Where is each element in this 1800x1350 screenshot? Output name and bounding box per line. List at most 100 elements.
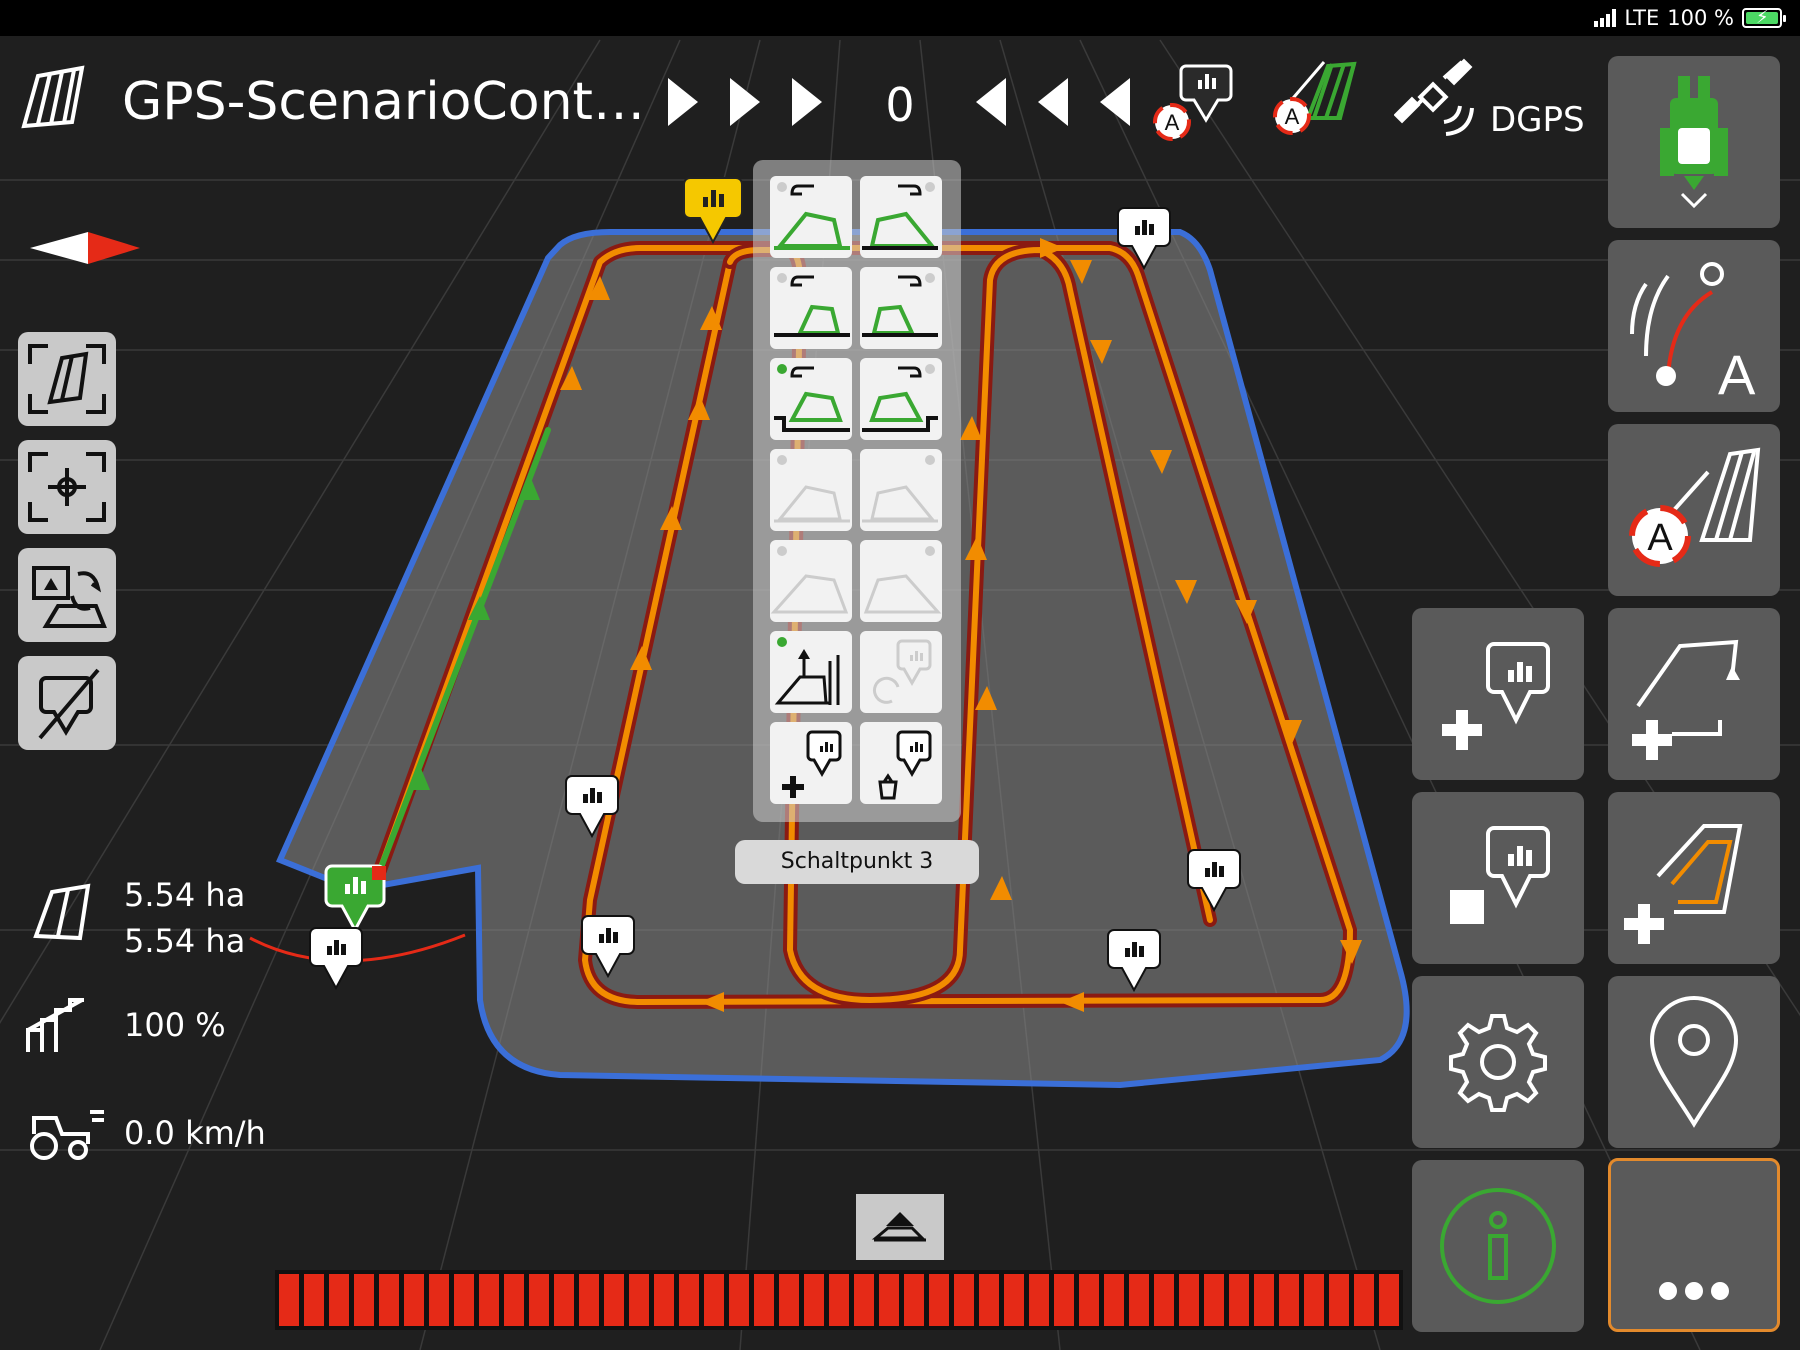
undo-marker-button[interactable] bbox=[860, 631, 942, 713]
shift-counter: 0 bbox=[885, 78, 915, 132]
more-icon bbox=[1659, 1282, 1729, 1300]
section-segment bbox=[729, 1274, 749, 1326]
section-bar-toggle-button[interactable] bbox=[856, 1194, 944, 1260]
section-disabled-right-button[interactable] bbox=[860, 449, 942, 531]
section-segment bbox=[479, 1274, 499, 1326]
section-segment bbox=[354, 1274, 374, 1326]
hide-markers-button[interactable] bbox=[18, 656, 116, 750]
section-segment bbox=[1254, 1274, 1274, 1326]
section-segment bbox=[629, 1274, 649, 1326]
section-half-left-button[interactable] bbox=[770, 267, 852, 349]
section-segment bbox=[404, 1274, 424, 1326]
boom-wide-icon bbox=[863, 546, 942, 614]
switch-point-marker bbox=[309, 927, 363, 991]
section-segment bbox=[504, 1274, 524, 1326]
section-segment bbox=[1279, 1274, 1299, 1326]
section-segment bbox=[429, 1274, 449, 1326]
section-segment bbox=[654, 1274, 674, 1326]
info-icon bbox=[1440, 1188, 1556, 1304]
section-segment bbox=[279, 1274, 299, 1326]
gps-mode-label: DGPS bbox=[1490, 100, 1585, 140]
section-wide-left-button[interactable] bbox=[770, 540, 852, 622]
section-full-left-button[interactable] bbox=[770, 176, 852, 258]
section-segment bbox=[1304, 1274, 1324, 1326]
compass-icon bbox=[30, 232, 140, 264]
battery-icon: ⚡ bbox=[1742, 7, 1786, 28]
area-icon bbox=[33, 883, 91, 941]
section-segment bbox=[804, 1274, 824, 1326]
add-field-boundary-button[interactable] bbox=[1608, 792, 1780, 964]
tractor-top-icon bbox=[1660, 76, 1728, 209]
area-worked: 5.54 ha bbox=[124, 922, 246, 960]
stop-switch-point-button[interactable] bbox=[1412, 792, 1584, 964]
speed-value: 0.0 km/h bbox=[124, 1114, 266, 1152]
section-segment bbox=[679, 1274, 699, 1326]
switch-point-marker-green bbox=[324, 864, 386, 934]
info-button[interactable] bbox=[1412, 1160, 1584, 1332]
section-segment bbox=[1329, 1274, 1349, 1326]
spread-limit-icon bbox=[774, 637, 840, 705]
section-segment bbox=[829, 1274, 849, 1326]
field-view-icon bbox=[28, 344, 106, 414]
boom-up-icon bbox=[871, 1212, 926, 1242]
center-position-button[interactable] bbox=[18, 440, 116, 534]
stop-switch-point-icon bbox=[1450, 826, 1550, 924]
location-button[interactable] bbox=[1608, 976, 1780, 1148]
section-segment bbox=[1054, 1274, 1074, 1326]
section-segment bbox=[1229, 1274, 1249, 1326]
section-segment bbox=[1079, 1274, 1099, 1326]
boom-full-icon bbox=[862, 182, 938, 250]
add-boundary-icon bbox=[1624, 824, 1743, 944]
machine-select-button[interactable] bbox=[1608, 56, 1780, 228]
view-mode-button[interactable] bbox=[18, 548, 116, 642]
svg-text:A: A bbox=[1647, 517, 1673, 559]
boom-wide-icon bbox=[770, 546, 849, 614]
status-bar: LTE 100 % ⚡ bbox=[0, 0, 1800, 36]
view-switch-icon bbox=[32, 566, 107, 628]
marker-hidden-icon bbox=[38, 668, 100, 740]
area-total: 5.54 ha bbox=[124, 876, 246, 914]
section-wide-right-button[interactable] bbox=[860, 540, 942, 622]
add-marker-button[interactable] bbox=[770, 722, 852, 804]
auto-guidance-icon[interactable]: A bbox=[1268, 58, 1358, 148]
section-segment bbox=[1354, 1274, 1374, 1326]
add-marker-icon bbox=[782, 730, 842, 798]
add-switch-point-button[interactable] bbox=[1412, 608, 1584, 780]
delete-marker-button[interactable] bbox=[860, 722, 942, 804]
boom-disabled-icon bbox=[774, 455, 850, 523]
spread-limit-button[interactable] bbox=[770, 631, 852, 713]
location-pin-icon bbox=[1649, 996, 1739, 1128]
section-segment bbox=[904, 1274, 924, 1326]
guidance-ab-button[interactable]: A bbox=[1608, 240, 1780, 412]
section-border-left-button[interactable] bbox=[770, 358, 852, 440]
svg-text:A: A bbox=[1718, 343, 1756, 406]
add-headland-icon bbox=[1632, 639, 1740, 760]
section-segment bbox=[554, 1274, 574, 1326]
application-rate: 100 % bbox=[124, 1006, 226, 1044]
switch-point-tooltip: Schaltpunkt 3 bbox=[735, 840, 979, 884]
section-segment bbox=[854, 1274, 874, 1326]
section-segment bbox=[1154, 1274, 1174, 1326]
rate-icon bbox=[26, 998, 84, 1052]
section-full-right-button[interactable] bbox=[860, 176, 942, 258]
section-segment bbox=[779, 1274, 799, 1326]
settings-button[interactable] bbox=[1412, 976, 1584, 1148]
section-status-bar bbox=[275, 1270, 1403, 1330]
field-menu-icon[interactable] bbox=[18, 62, 88, 132]
section-disabled-left-button[interactable] bbox=[770, 449, 852, 531]
section-half-right-button[interactable] bbox=[860, 267, 942, 349]
add-headland-button[interactable] bbox=[1608, 608, 1780, 780]
section-segment bbox=[604, 1274, 624, 1326]
field-view-button[interactable] bbox=[18, 332, 116, 426]
auto-section-control-icon[interactable]: A bbox=[1150, 62, 1240, 147]
undo-marker-icon bbox=[872, 639, 932, 704]
add-switch-point-icon bbox=[1442, 642, 1550, 750]
svg-text:A: A bbox=[1165, 110, 1180, 135]
shift-right-buttons[interactable] bbox=[660, 72, 830, 132]
section-border-right-button[interactable] bbox=[860, 358, 942, 440]
shift-left-buttons[interactable] bbox=[968, 72, 1138, 132]
more-button[interactable] bbox=[1608, 1158, 1780, 1332]
section-segment bbox=[329, 1274, 349, 1326]
auto-guidance-button[interactable]: A bbox=[1608, 424, 1780, 596]
battery-label: 100 % bbox=[1667, 6, 1734, 30]
